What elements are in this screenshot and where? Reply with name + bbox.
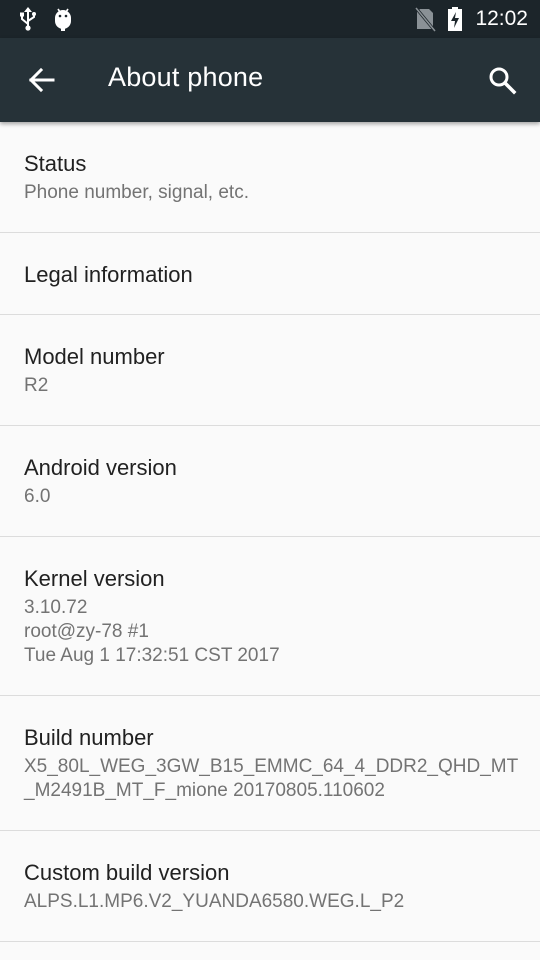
item-title: Model number	[24, 344, 165, 369]
item-summary-line: Tue Aug 1 17:32:51 CST 2017	[24, 645, 280, 666]
item-summary-line: 3.10.72	[24, 597, 88, 618]
item-summary: 6.0	[24, 486, 51, 507]
list-item-build-number[interactable]: Build number X5_80L_WEG_3GW_B15_EMMC_64_…	[0, 696, 540, 831]
arrow-back-icon[interactable]	[26, 64, 58, 96]
item-title: Legal information	[24, 262, 193, 287]
item-summary: Phone number, signal, etc.	[24, 182, 249, 203]
item-title: Status	[24, 151, 87, 176]
list-item-model-number[interactable]: Model number R2	[0, 315, 540, 426]
item-title: Kernel version	[24, 566, 165, 591]
item-summary-line: root@zy-78 #1	[24, 621, 149, 642]
list-item-legal-information[interactable]: Legal information	[0, 233, 540, 315]
app-toolbar: About phone	[0, 38, 540, 122]
item-summary: X5_80L_WEG_3GW_B15_EMMC_64_4_DDR2_QHD_MT…	[24, 756, 519, 801]
settings-list: Status Phone number, signal, etc. Legal …	[0, 122, 540, 942]
list-item-status[interactable]: Status Phone number, signal, etc.	[0, 122, 540, 233]
usb-icon	[20, 7, 36, 31]
list-item-kernel-version[interactable]: Kernel version 3.10.72 root@zy-78 #1 Tue…	[0, 537, 540, 696]
item-summary: ALPS.L1.MP6.V2_YUANDA6580.WEG.L_P2	[24, 891, 405, 912]
clock-time: 12:02	[475, 7, 528, 30]
item-summary: R2	[24, 375, 49, 396]
item-title: Custom build version	[24, 860, 230, 885]
search-icon[interactable]	[486, 64, 518, 96]
page-title: About phone	[108, 62, 264, 92]
status-bar: 12:02	[0, 0, 540, 38]
list-item-custom-build-version[interactable]: Custom build version ALPS.L1.MP6.V2_YUAN…	[0, 831, 540, 942]
item-title: Build number	[24, 725, 154, 750]
item-title: Android version	[24, 455, 177, 480]
no-sim-icon	[414, 7, 436, 32]
battery-charging-icon	[448, 7, 462, 31]
android-debug-icon	[55, 8, 71, 31]
list-item-android-version[interactable]: Android version 6.0	[0, 426, 540, 537]
